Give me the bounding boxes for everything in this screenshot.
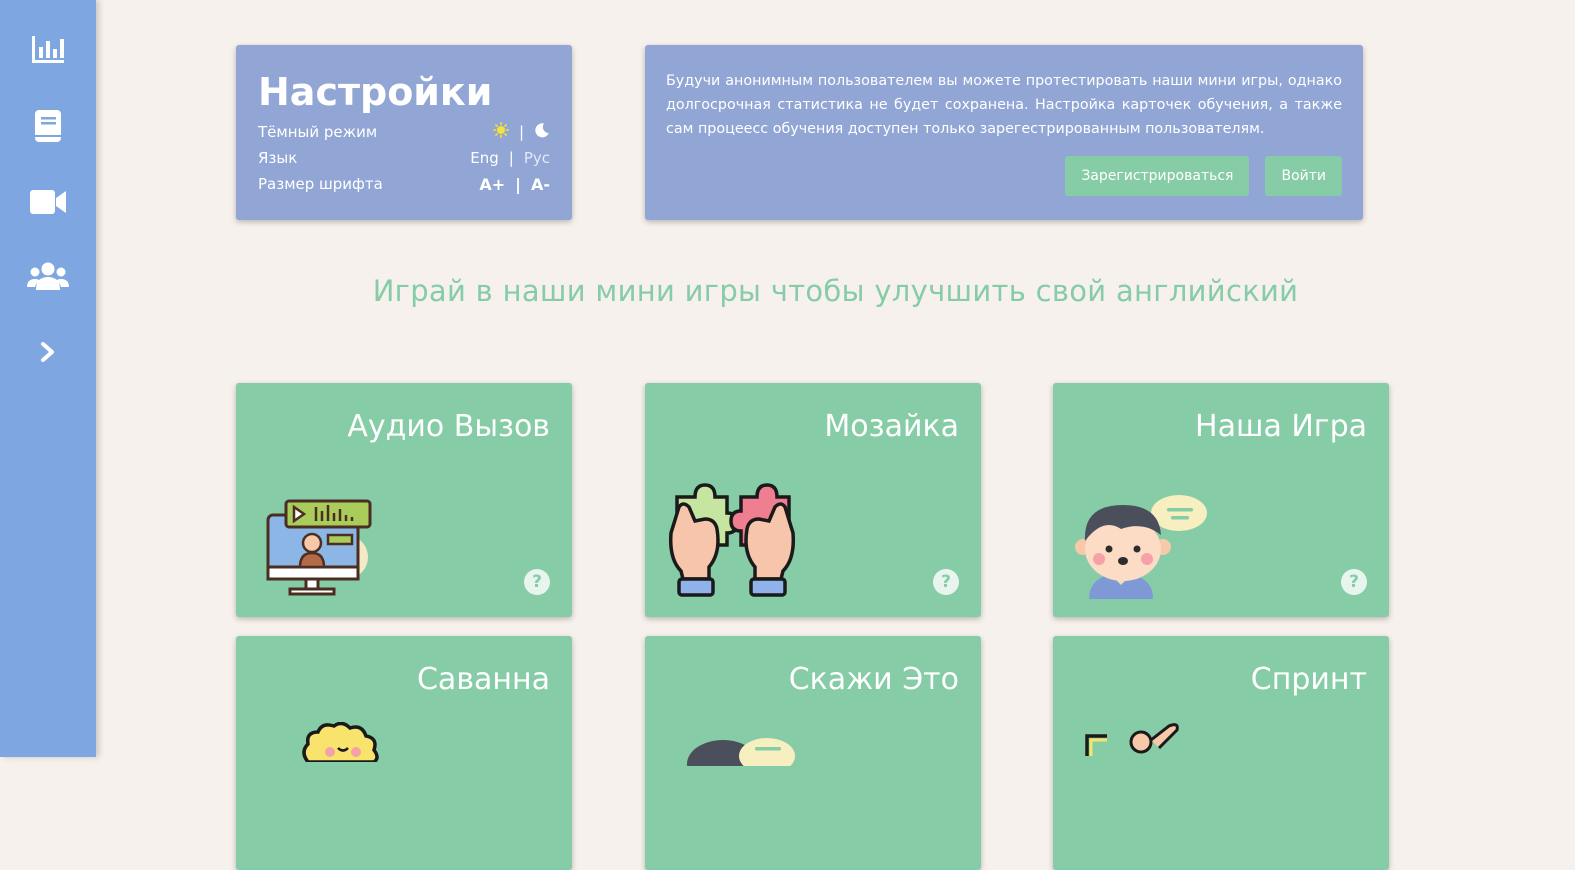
language-label: Язык (258, 149, 298, 167)
sun-icon[interactable] (492, 122, 509, 142)
settings-title: Настройки (258, 70, 493, 114)
talking-boy-illustration (1075, 495, 1207, 599)
help-icon[interactable]: ? (933, 569, 959, 595)
game-card-sprint[interactable]: Спринт (1053, 636, 1389, 870)
lang-eng-option[interactable]: Eng (470, 149, 499, 167)
anonymous-info-panel: Будучи анонимным пользователем вы можете… (645, 45, 1363, 220)
game-card-mosaic[interactable]: Мозайка ? (645, 383, 981, 617)
font-size-label: Размер шрифта (258, 175, 383, 193)
chevron-right-icon (41, 342, 54, 362)
game-card-savanna[interactable]: Саванна (236, 636, 572, 870)
lang-rus-option[interactable]: Рус (524, 149, 550, 167)
game-card-say-it[interactable]: Скажи Это (645, 636, 981, 870)
game-title: Скажи Это (788, 662, 959, 697)
speaking-person-illustration (687, 738, 795, 766)
sidebar-item-team[interactable] (24, 252, 72, 300)
chart-bar-icon (32, 36, 64, 63)
settings-panel: Настройки Тёмный режим | Язык Eng | Рус … (236, 45, 572, 220)
game-title: Аудио Вызов (347, 409, 550, 444)
separator: | (515, 174, 521, 194)
font-size-options: A+ | A- (479, 175, 550, 194)
game-title: Саванна (416, 662, 550, 697)
register-button[interactable]: Зарегистрироваться (1065, 156, 1250, 196)
moon-icon[interactable] (534, 122, 550, 142)
game-card-our-game[interactable]: Наша Игра ? (1053, 383, 1389, 617)
sidebar (0, 0, 96, 757)
auth-buttons: Зарегистрироваться Войти (1065, 156, 1342, 196)
video-icon (30, 190, 66, 214)
separator: | (518, 123, 524, 141)
game-title: Мозайка (824, 409, 959, 444)
puzzle-hands-illustration (668, 483, 796, 597)
dark-mode-label: Тёмный режим (258, 123, 378, 141)
login-button[interactable]: Войти (1265, 156, 1342, 196)
sidebar-expand-button[interactable] (24, 328, 72, 376)
help-icon[interactable]: ? (1341, 569, 1367, 595)
dark-mode-options: | (492, 122, 550, 142)
audio-lesson-illustration (266, 499, 372, 596)
font-size-row: Размер шрифта A+ | A- (258, 171, 550, 197)
sprint-illustration (1085, 723, 1179, 756)
game-card-audio-call[interactable]: Аудио Вызов ? (236, 383, 572, 617)
dark-mode-row: Тёмный режим | (258, 119, 550, 145)
game-title: Наша Игра (1195, 409, 1367, 444)
page-headline: Играй в наши мини игры чтобы улучшить св… (372, 274, 1299, 308)
game-title: Спринт (1250, 662, 1367, 697)
font-increase-button[interactable]: A+ (479, 175, 505, 194)
savanna-illustration (302, 722, 379, 762)
book-icon (35, 110, 61, 142)
language-row: Язык Eng | Рус (258, 145, 550, 171)
sidebar-item-statistics[interactable] (24, 26, 72, 74)
sidebar-item-videos[interactable] (24, 178, 72, 226)
users-icon (27, 262, 69, 290)
font-decrease-button[interactable]: A- (531, 175, 550, 194)
separator: | (508, 149, 514, 167)
language-options: Eng | Рус (470, 149, 550, 167)
sidebar-item-dictionary[interactable] (24, 102, 72, 150)
anonymous-info-text: Будучи анонимным пользователем вы можете… (666, 73, 1342, 137)
help-icon[interactable]: ? (524, 569, 550, 595)
